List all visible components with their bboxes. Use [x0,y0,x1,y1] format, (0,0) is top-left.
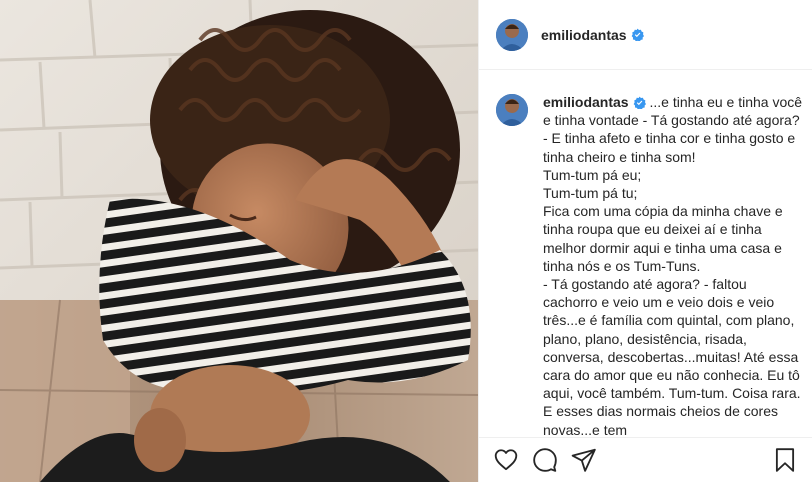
avatar-image [496,18,528,51]
post-photo-illustration [0,0,478,482]
bookmark-icon[interactable] [772,447,798,473]
verified-badge-icon [631,28,644,41]
caption-avatar[interactable] [496,94,528,126]
heart-icon[interactable] [493,447,519,473]
avatar[interactable] [496,18,528,51]
post-actions [479,437,812,482]
post-sidebar: emiliodantas emiliodantas ...e tinha eu … [478,0,812,482]
caption-verified-badge-icon [633,96,646,109]
caption-block: emiliodantas ...e tinha eu e tinha você … [496,93,804,438]
instagram-post: emiliodantas emiliodantas ...e tinha eu … [0,0,812,482]
post-photo[interactable] [0,0,478,482]
paper-plane-icon[interactable] [571,447,597,473]
caption-body: ...e tinha eu e tinha você e tinha vonta… [543,94,803,438]
caption-avatar-image [496,94,528,126]
post-username[interactable]: emiliodantas [541,27,627,43]
caption-author[interactable]: emiliodantas [543,94,629,110]
caption-text: emiliodantas ...e tinha eu e tinha você … [543,93,804,438]
post-header: emiliodantas [479,0,812,70]
comment-icon[interactable] [532,447,558,473]
